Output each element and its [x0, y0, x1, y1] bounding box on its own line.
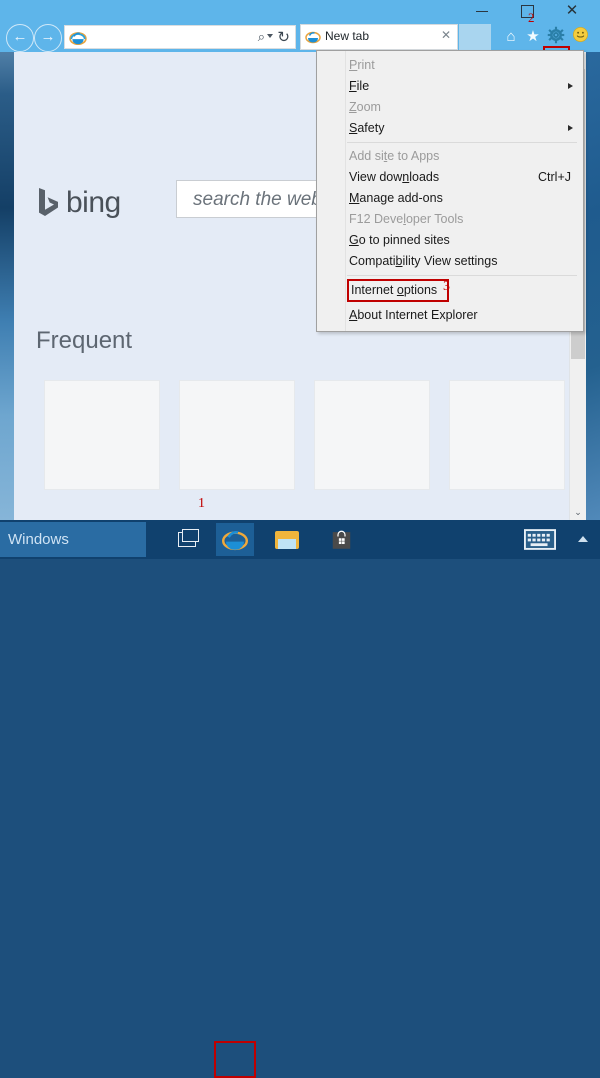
menu-item-manage-add-ons[interactable]: Manage add-ons	[317, 188, 583, 209]
search-icon[interactable]: ⌕	[258, 29, 265, 45]
tools-dropdown-menu: PPrintrint File Zoom Safety Add site to …	[316, 50, 584, 332]
send-feedback-button[interactable]	[569, 26, 591, 48]
menu-item-add-site-to-apps[interactable]: Add site to Apps	[317, 146, 583, 167]
browser-tab-new-tab[interactable]: New tab ✕	[300, 24, 458, 50]
search-placeholder: search the web	[193, 189, 322, 210]
close-icon: ✕	[565, 2, 579, 19]
new-tab-button[interactable]	[459, 24, 491, 50]
address-bar[interactable]: ⌕ ↻	[64, 25, 296, 49]
menu-item-compatibility-view-settings[interactable]: Compatibility View settings	[317, 251, 583, 272]
menu-item-view-downloads[interactable]: View downloads Ctrl+J	[317, 167, 583, 188]
menu-separator	[347, 142, 577, 143]
internet-explorer-window: ✕ ← → ⌕ ↻ New tab ✕ ⌂ ★ bing search the …	[0, 0, 600, 520]
tab-favicon-internet-explorer-icon	[305, 31, 321, 44]
home-icon: ⌂	[506, 28, 516, 45]
submenu-arrow-icon	[568, 83, 573, 89]
menu-item-go-to-pinned-sites[interactable]: Go to pinned sites	[317, 230, 583, 251]
menu-item-internet-options[interactable]: Internet options	[347, 279, 449, 302]
frequent-tiles	[44, 380, 574, 490]
menu-item-print[interactable]: PPrintrint	[317, 55, 583, 76]
menu-item-safety[interactable]: Safety	[317, 118, 583, 139]
task-view-icon	[178, 529, 199, 548]
start-label: Windows	[8, 531, 69, 548]
menu-separator	[347, 275, 577, 276]
maximize-button[interactable]	[507, 0, 547, 22]
smiley-icon	[572, 27, 588, 42]
start-button[interactable]: Windows	[0, 522, 146, 557]
keyboard-icon	[524, 529, 556, 551]
taskbar-item-store[interactable]	[322, 523, 360, 556]
tab-label: New tab	[325, 29, 370, 43]
taskbar-ie-highlight-box	[214, 1041, 256, 1078]
taskbar-item-file-explorer[interactable]	[268, 523, 306, 556]
navigation-toolbar: ← → ⌕ ↻ New tab ✕ ⌂ ★	[0, 22, 600, 71]
taskbar-item-internet-explorer[interactable]	[216, 523, 254, 556]
forward-arrow-icon: →	[40, 28, 56, 45]
bing-mark-icon	[36, 187, 60, 217]
back-button[interactable]: ←	[6, 24, 34, 52]
bing-search-row: bing search the web	[36, 180, 372, 232]
bing-wordmark: bing	[66, 186, 121, 219]
tray-show-hidden-icons-button[interactable]	[578, 536, 588, 542]
title-bar: ✕	[0, 0, 600, 22]
frequent-heading: Frequent	[36, 327, 133, 354]
favorites-button[interactable]: ★	[522, 26, 544, 48]
menu-item-f12-developer-tools[interactable]: F12 Developer Tools	[317, 209, 583, 230]
frequent-tile[interactable]	[44, 380, 160, 490]
close-button[interactable]: ✕	[552, 0, 592, 22]
menu-item-file[interactable]: File	[317, 76, 583, 97]
submenu-arrow-icon	[568, 125, 573, 131]
store-bag-icon	[332, 530, 350, 549]
menu-item-zoom[interactable]: Zoom	[317, 97, 583, 118]
scroll-down-arrow-icon[interactable]: ⌄	[570, 504, 586, 520]
home-button[interactable]: ⌂	[500, 26, 522, 48]
bing-logo: bing	[36, 186, 121, 220]
taskbar-item-task-view[interactable]	[168, 523, 206, 556]
annotation-marker-1: 1	[198, 496, 205, 511]
annotation-marker-3: 3	[443, 279, 450, 294]
windows-taskbar: Windows	[0, 520, 600, 1078]
refresh-icon[interactable]: ↻	[277, 28, 290, 46]
forward-button[interactable]: →	[34, 24, 62, 52]
minimize-button[interactable]	[462, 0, 502, 22]
chevron-down-icon[interactable]	[267, 34, 273, 38]
gear-icon	[547, 26, 565, 44]
annotation-marker-2: 2	[528, 10, 535, 25]
back-arrow-icon: ←	[12, 28, 28, 45]
tab-close-icon[interactable]: ✕	[441, 28, 451, 42]
tools-settings-button[interactable]	[545, 26, 567, 48]
tray-touch-keyboard-button[interactable]	[521, 523, 559, 556]
frequent-tile[interactable]	[449, 380, 565, 490]
folder-icon	[275, 530, 299, 549]
menu-item-shortcut: Ctrl+J	[538, 170, 571, 184]
menu-item-about-internet-explorer[interactable]: About Internet Explorer	[317, 305, 583, 326]
star-icon: ★	[526, 28, 540, 45]
frequent-tile[interactable]	[314, 380, 430, 490]
internet-explorer-icon	[69, 32, 87, 46]
internet-explorer-icon	[222, 530, 248, 550]
minimize-icon	[476, 10, 488, 12]
frequent-tile[interactable]	[179, 380, 295, 490]
